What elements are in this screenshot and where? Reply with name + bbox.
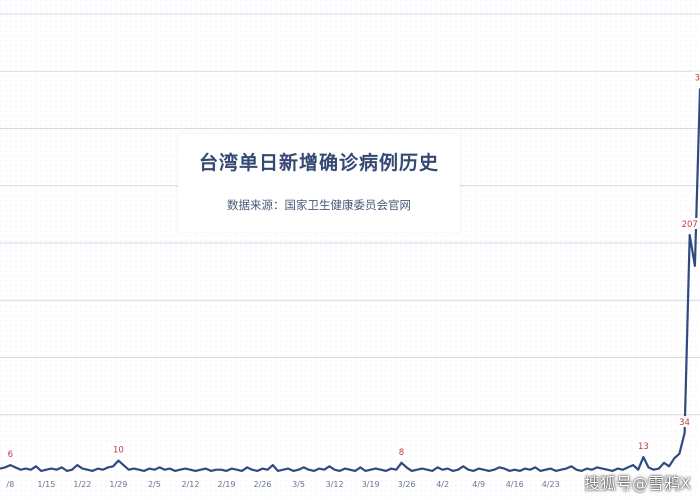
- x-tick-label: 2/26: [254, 480, 272, 489]
- x-tick-label: 3/12: [326, 480, 344, 489]
- data-label: 207: [682, 220, 698, 230]
- x-tick-label: 2/5: [148, 480, 161, 489]
- x-tick-label: 4/2: [436, 480, 449, 489]
- data-label: 10: [113, 446, 124, 456]
- data-label: 6: [8, 450, 13, 460]
- plot-background: [0, 0, 700, 500]
- x-tick-label: 4/9: [472, 480, 485, 489]
- x-tick-label: 1/22: [73, 480, 91, 489]
- x-tick-label: 1/15: [37, 480, 55, 489]
- chart-subtitle: 数据来源：国家卫生健康委员会官网: [227, 198, 411, 212]
- x-tick-label: /8: [6, 480, 14, 489]
- x-tick-label: 4/23: [542, 480, 560, 489]
- data-label: 34: [679, 418, 690, 428]
- x-tick-label: 3/26: [398, 480, 416, 489]
- watermark: 搜狐号@雪鸦X: [584, 474, 691, 493]
- line-chart: /8 1/15 1/22 1/29 2/5 2/12 2/19 2/26 3/5 3/12 3/19…: [0, 0, 700, 500]
- x-tick-label: 4/16: [506, 480, 524, 489]
- data-label: 33: [695, 73, 700, 83]
- data-label: 8: [399, 448, 404, 458]
- x-tick-label: 2/12: [181, 480, 199, 489]
- data-label: 13: [638, 442, 649, 452]
- x-tick-label: 3/5: [292, 480, 305, 489]
- x-tick-label: 1/29: [109, 480, 127, 489]
- x-tick-label: 3/19: [362, 480, 380, 489]
- chart-title: 台湾单日新增确诊病例历史: [198, 152, 439, 174]
- title-box: 台湾单日新增确诊病例历史 数据来源：国家卫生健康委员会官网: [178, 134, 460, 232]
- x-tick-label: 2/19: [217, 480, 235, 489]
